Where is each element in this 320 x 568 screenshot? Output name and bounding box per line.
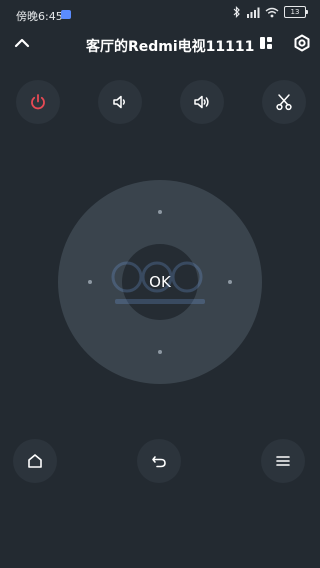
volume-down-icon — [113, 95, 125, 109]
battery-level: 13 — [290, 8, 300, 16]
signal-icon — [247, 7, 260, 18]
layout-icon[interactable] — [256, 33, 276, 53]
bluetooth-icon — [233, 6, 240, 18]
menu-button[interactable] — [261, 439, 305, 483]
status-icons: 13 — [233, 6, 308, 18]
volume-up-icon — [194, 95, 209, 109]
ok-button[interactable]: OK — [122, 244, 198, 320]
gear-icon[interactable] — [292, 33, 312, 53]
status-time: 傍晚6:45 — [16, 10, 63, 23]
return-button[interactable] — [137, 439, 181, 483]
status-bar: 傍晚6:45 13 — [0, 0, 320, 28]
message-notification-icon — [61, 10, 71, 19]
dpad-left[interactable] — [88, 280, 92, 284]
page-title: 客厅的Redmi电视11111 — [86, 39, 255, 55]
dpad[interactable]: OK — [58, 180, 262, 384]
volume-down-button[interactable] — [98, 80, 142, 124]
home-button[interactable] — [13, 439, 57, 483]
home-icon — [28, 454, 42, 468]
battery-icon: 13 — [284, 6, 308, 18]
volume-up-button[interactable] — [180, 80, 224, 124]
scissors-icon — [276, 94, 292, 111]
dpad-down[interactable] — [158, 350, 162, 354]
dpad-up[interactable] — [158, 210, 162, 214]
power-button[interactable] — [16, 80, 60, 124]
undo-icon — [152, 456, 166, 468]
ok-label: OK — [149, 273, 171, 291]
header: 客厅的Redmi电视11111 — [0, 28, 320, 58]
menu-icon — [276, 456, 290, 466]
chevron-up-icon[interactable] — [12, 33, 32, 53]
dpad-right[interactable] — [228, 280, 232, 284]
power-icon — [31, 94, 45, 110]
screenshot-button[interactable] — [262, 80, 306, 124]
wifi-icon — [265, 7, 279, 17]
